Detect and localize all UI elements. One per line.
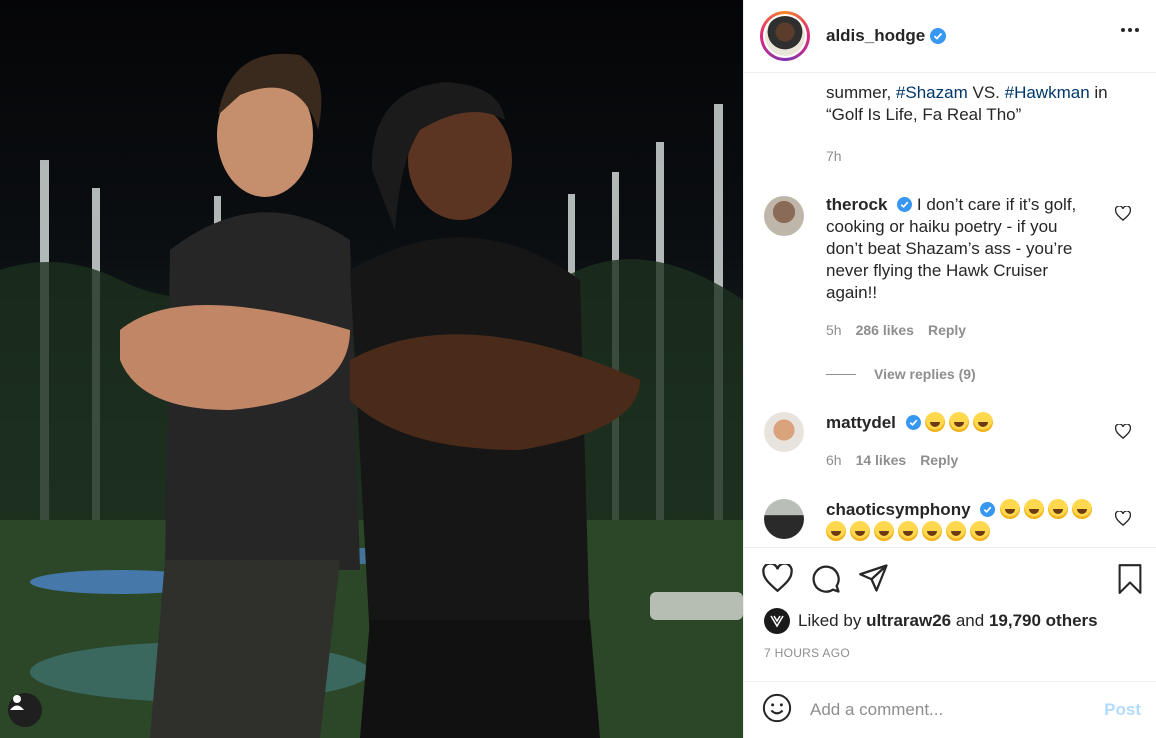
heart-icon[interactable]	[762, 562, 793, 599]
laughing-emoji-icon	[1048, 499, 1069, 519]
heart-icon[interactable]	[1114, 510, 1132, 531]
verified-icon	[905, 415, 921, 430]
post-header: aldis_hodge	[744, 0, 1156, 73]
caption-text: VS.	[972, 83, 1000, 102]
laughing-emoji-icon	[922, 521, 942, 541]
comment-likes[interactable]: 14 likes	[856, 452, 907, 468]
comment-input[interactable]	[810, 700, 1080, 720]
user-tag-icon[interactable]	[8, 693, 42, 727]
comments-list[interactable]: summer, #Shazam VS. #Hawkman in “Golf Is…	[744, 74, 1156, 547]
laughing-emoji-icon	[973, 412, 994, 432]
hashtag-link[interactable]: #Shazam	[896, 83, 968, 102]
verified-icon	[897, 197, 913, 212]
hashtag-link[interactable]: #Hawkman	[1005, 83, 1090, 102]
reply-button[interactable]: Reply	[920, 452, 958, 468]
laughing-emoji-icon	[925, 412, 946, 432]
post-caption: summer, #Shazam VS. #Hawkman in “Golf Is…	[826, 74, 1146, 134]
laughing-emoji-icon	[970, 521, 990, 541]
reply-button[interactable]: Reply	[928, 322, 966, 338]
heart-icon[interactable]	[1114, 205, 1132, 226]
share-icon[interactable]	[859, 564, 889, 599]
post-photo[interactable]	[0, 0, 743, 738]
post-timestamp: 7 HOURS AGO	[764, 646, 850, 660]
laughing-emoji-icon	[1024, 499, 1045, 519]
commenter-username[interactable]: therock	[826, 195, 887, 214]
caption-time: 7h	[826, 148, 842, 164]
laughing-emoji-icon	[898, 521, 918, 541]
commenter-username[interactable]: chaoticsymphony	[826, 500, 971, 519]
commenter-avatar[interactable]	[764, 412, 804, 452]
commenter-username[interactable]: mattydel	[826, 413, 896, 432]
add-comment-bar: Post	[744, 681, 1156, 738]
laughing-emoji-icon	[826, 521, 846, 541]
laughing-emoji-icon	[1000, 499, 1021, 519]
commenter-avatar[interactable]	[764, 499, 804, 539]
photo-scene	[0, 53, 743, 738]
post-panel: aldis_hodge summer, #Shazam VS. #Hawkman…	[743, 0, 1156, 738]
liker-avatar[interactable]	[764, 608, 790, 634]
caption-text: “Golf Is Life, Fa Real Tho”	[826, 105, 1022, 124]
likes-joiner: and	[955, 611, 985, 630]
laughing-emoji-icon	[1072, 499, 1093, 519]
likes-count[interactable]: 19,790 others	[989, 611, 1098, 631]
save-icon[interactable]	[1117, 564, 1143, 599]
caption-text: summer,	[826, 83, 892, 102]
liker-username[interactable]: ultraraw26	[866, 611, 951, 631]
comment-time: 5h	[826, 322, 842, 338]
view-replies-label: View replies (9)	[874, 366, 976, 382]
laughing-emoji-icon	[850, 521, 870, 541]
more-icon[interactable]	[1121, 28, 1139, 32]
laughing-emoji-icon	[946, 521, 966, 541]
comment-likes[interactable]: 286 likes	[856, 322, 914, 338]
caption-text: in	[1094, 83, 1108, 102]
view-replies-button[interactable]: View replies (9)	[826, 366, 976, 382]
commenter-avatar[interactable]	[764, 196, 804, 236]
likes-summary: Liked by ultraraw26 and 19,790 others	[764, 608, 1098, 634]
author-avatar[interactable]	[760, 11, 810, 61]
heart-icon[interactable]	[1114, 423, 1132, 444]
smile-icon[interactable]	[762, 693, 792, 728]
author-username[interactable]: aldis_hodge	[826, 26, 925, 46]
laughing-emoji-icon	[874, 521, 894, 541]
verified-icon	[930, 28, 947, 44]
verified-icon	[980, 502, 996, 517]
likes-prefix: Liked by	[798, 611, 862, 630]
laughing-emoji-icon	[949, 412, 970, 432]
comment-emojis	[925, 412, 997, 432]
post-button[interactable]: Post	[1104, 700, 1141, 720]
post-actions: Liked by ultraraw26 and 19,790 others 7 …	[744, 547, 1156, 681]
comment-icon[interactable]	[811, 564, 841, 599]
comment-time: 6h	[826, 452, 842, 468]
